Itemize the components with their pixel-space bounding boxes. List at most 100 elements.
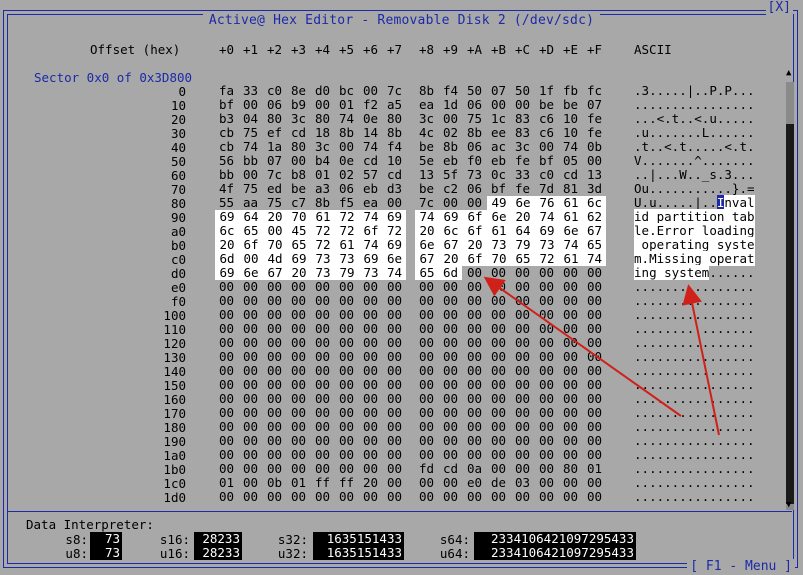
hex-byte[interactable]: 6c (215, 224, 239, 238)
hex-byte[interactable]: 00 (559, 336, 582, 350)
hex-byte[interactable]: 79 (335, 266, 359, 280)
hex-byte[interactable]: 00 (535, 392, 558, 406)
hex-byte[interactable]: 6e (383, 252, 406, 266)
hex-byte[interactable]: 74 (335, 112, 358, 126)
hex-byte[interactable]: 00 (287, 392, 310, 406)
hex-byte[interactable]: 10 (559, 112, 582, 126)
hex-byte[interactable]: 00 (359, 392, 382, 406)
hex-byte[interactable]: 06 (335, 182, 358, 196)
hex-byte[interactable]: 00 (511, 280, 534, 294)
hex-byte[interactable]: 00 (239, 490, 262, 504)
hex-byte[interactable]: 00 (215, 280, 238, 294)
hex-byte[interactable]: 00 (439, 308, 462, 322)
hex-byte[interactable]: 00 (263, 364, 286, 378)
hex-byte[interactable]: 00 (311, 280, 334, 294)
hex-byte[interactable]: 00 (535, 294, 558, 308)
hex-byte[interactable]: 6f (239, 238, 263, 252)
hex-byte[interactable]: 6c (439, 224, 463, 238)
hex-byte[interactable]: 0c (487, 168, 510, 182)
hex-byte[interactable]: 00 (535, 280, 558, 294)
hex-byte[interactable]: 76 (535, 196, 559, 210)
hex-byte[interactable]: 74 (559, 140, 582, 154)
hex-byte[interactable]: 00 (335, 448, 358, 462)
hex-byte[interactable]: 00 (263, 280, 286, 294)
hex-byte[interactable]: 61 (311, 210, 335, 224)
hex-byte[interactable]: 00 (583, 266, 606, 280)
hex-byte[interactable]: 00 (311, 308, 334, 322)
hex-byte[interactable]: 00 (511, 406, 534, 420)
ascii-text[interactable]: ................ (634, 350, 762, 364)
hex-byte[interactable]: 0b (583, 140, 606, 154)
hex-byte[interactable]: 45 (287, 224, 311, 238)
hex-byte[interactable]: 00 (359, 364, 382, 378)
hex-byte[interactable]: 65 (239, 224, 263, 238)
hex-byte[interactable]: 00 (463, 266, 486, 280)
hex-byte[interactable]: 6e (415, 238, 439, 252)
hex-byte[interactable]: 20 (463, 238, 487, 252)
hex-byte[interactable]: fe (583, 126, 606, 140)
hex-byte[interactable]: 00 (583, 378, 606, 392)
hex-byte[interactable]: 00 (335, 378, 358, 392)
hex-byte[interactable]: 00 (239, 336, 262, 350)
hex-byte[interactable]: f5 (335, 196, 358, 210)
hex-byte[interactable]: 06 (263, 98, 286, 112)
hex-byte[interactable]: 00 (511, 434, 534, 448)
hex-byte[interactable]: fb (559, 84, 582, 98)
hex-byte[interactable]: 00 (583, 434, 606, 448)
ascii-text[interactable]: ................ (634, 448, 762, 462)
hex-byte[interactable]: ac (487, 140, 510, 154)
hex-byte[interactable]: 00 (359, 420, 382, 434)
hex-byte[interactable]: 61 (559, 252, 583, 266)
hex-byte[interactable]: a5 (383, 98, 406, 112)
hex-byte[interactable]: 33 (511, 168, 534, 182)
hex-byte[interactable]: 00 (415, 280, 438, 294)
hex-byte[interactable]: 00 (487, 350, 510, 364)
hex-byte[interactable]: 00 (263, 462, 286, 476)
hex-byte[interactable]: 00 (359, 294, 382, 308)
hex-byte[interactable]: 74 (383, 266, 406, 280)
hex-byte[interactable]: 00 (487, 434, 510, 448)
hex-byte[interactable]: 00 (535, 308, 558, 322)
hex-byte[interactable]: 00 (535, 266, 558, 280)
hex-byte[interactable]: 20 (215, 238, 239, 252)
hex-byte[interactable]: 00 (215, 336, 238, 350)
hex-byte[interactable]: 00 (359, 322, 382, 336)
hex-byte[interactable]: 00 (535, 448, 558, 462)
hex-byte[interactable]: 00 (287, 154, 310, 168)
hex-byte[interactable]: 69 (359, 252, 383, 266)
hex-byte[interactable]: 00 (583, 476, 606, 490)
hex-byte[interactable]: 00 (287, 406, 310, 420)
hex-byte[interactable]: 73 (359, 266, 383, 280)
hex-byte[interactable]: 75 (239, 182, 262, 196)
hex-byte[interactable]: 00 (383, 308, 406, 322)
hex-byte[interactable]: 01 (335, 98, 358, 112)
hex-byte[interactable]: 75 (263, 196, 286, 210)
hex-byte[interactable]: 69 (215, 210, 239, 224)
hex-byte[interactable]: 00 (511, 490, 534, 504)
hex-byte[interactable]: 00 (439, 392, 462, 406)
hex-byte[interactable]: 00 (263, 378, 286, 392)
hex-byte[interactable]: 00 (383, 462, 406, 476)
ascii-text[interactable]: id partition tab (634, 209, 762, 224)
hex-byte[interactable]: 01 (583, 462, 606, 476)
hex-byte[interactable]: 00 (311, 448, 334, 462)
hex-byte[interactable]: 80 (287, 140, 310, 154)
ascii-text[interactable]: ................ (634, 406, 762, 420)
hex-byte[interactable]: fe (511, 182, 534, 196)
hex-byte[interactable]: 00 (263, 406, 286, 420)
hex-byte[interactable]: f4 (383, 140, 406, 154)
hex-byte[interactable]: 00 (535, 336, 558, 350)
hex-byte[interactable]: 00 (511, 420, 534, 434)
hex-byte[interactable]: 00 (511, 294, 534, 308)
hex-byte[interactable]: 00 (359, 336, 382, 350)
hex-byte[interactable]: 69 (215, 266, 239, 280)
hex-byte[interactable]: ff (335, 476, 358, 490)
hex-byte[interactable]: 0e (359, 112, 382, 126)
hex-byte[interactable]: 69 (287, 252, 311, 266)
hex-byte[interactable]: 00 (383, 322, 406, 336)
hex-byte[interactable]: 00 (287, 308, 310, 322)
hex-byte[interactable]: 00 (559, 476, 582, 490)
hex-byte[interactable]: 00 (439, 336, 462, 350)
hex-byte[interactable]: 20 (439, 252, 463, 266)
hex-byte[interactable]: 00 (239, 392, 262, 406)
